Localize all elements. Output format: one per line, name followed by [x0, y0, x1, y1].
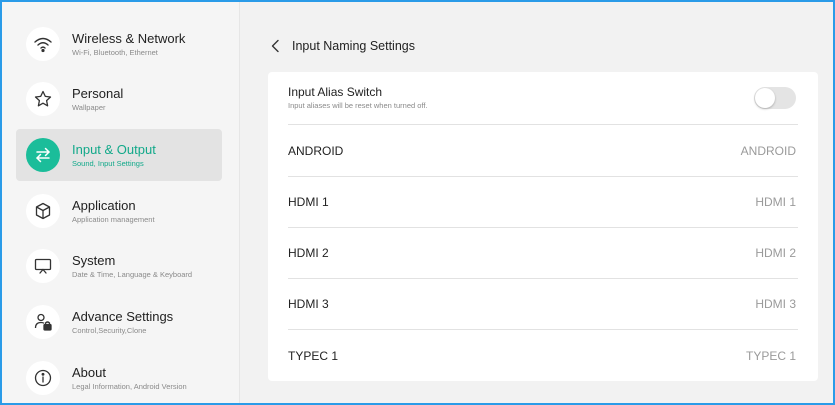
page-header[interactable]: Input Naming Settings: [270, 36, 415, 56]
input-row-hdmi1[interactable]: HDMI 1 HDMI 1: [288, 177, 798, 228]
input-naming-card: Input Alias Switch Input aliases will be…: [268, 72, 818, 381]
input-row-typec1[interactable]: TYPEC 1 TYPEC 1: [288, 330, 798, 381]
info-icon: [26, 361, 60, 395]
input-name: HDMI 3: [288, 297, 329, 311]
alias-switch-row[interactable]: Input Alias Switch Input aliases will be…: [288, 72, 798, 125]
sidebar-item-title: System: [72, 252, 116, 268]
sidebar: Wireless & Network Wi-Fi, Bluetooth, Eth…: [2, 2, 240, 403]
toggle-knob: [755, 88, 775, 108]
input-alias-value: ANDROID: [740, 143, 796, 158]
sidebar-item-subtitle: Application management: [72, 214, 155, 224]
sidebar-item-subtitle: Date & Time, Language & Keyboard: [72, 269, 193, 279]
input-row-hdmi3[interactable]: HDMI 3 HDMI 3: [288, 279, 798, 330]
page-title: Input Naming Settings: [292, 39, 415, 53]
sidebar-item-wireless-network[interactable]: Wireless & Network Wi-Fi, Bluetooth, Eth…: [16, 18, 222, 70]
monitor-icon: [26, 249, 60, 283]
input-name: ANDROID: [288, 143, 344, 158]
input-name: TYPEC 1: [288, 348, 339, 363]
user-lock-icon: [26, 305, 60, 339]
sidebar-item-input-output[interactable]: Input & Output Sound, Input Settings: [16, 129, 222, 181]
input-name: HDMI 2: [288, 246, 329, 260]
sidebar-item-subtitle: Wi-Fi, Bluetooth, Ethernet: [72, 47, 158, 57]
alias-switch-title: Input Alias Switch: [288, 84, 383, 99]
sidebar-item-title: Wireless & Network: [72, 30, 186, 46]
sidebar-item-subtitle: Legal Information, Android Version: [72, 381, 187, 391]
input-alias-value: HDMI 1: [755, 195, 796, 209]
swap-arrows-icon: [26, 138, 60, 172]
sidebar-item-subtitle: Wallpaper: [72, 102, 106, 112]
sidebar-item-advance-settings[interactable]: Advance Settings Control,Security,Clone: [16, 296, 222, 348]
alias-switch-subtitle: Input aliases will be reset when turned …: [288, 100, 428, 110]
sidebar-item-title: About: [72, 364, 106, 380]
cube-icon: [26, 194, 60, 228]
sidebar-item-title: Application: [72, 197, 136, 213]
sidebar-item-title: Input & Output: [72, 141, 156, 157]
sidebar-item-application[interactable]: Application Application management: [16, 185, 222, 237]
sidebar-item-personal[interactable]: Personal Wallpaper: [16, 73, 222, 125]
input-name: HDMI 1: [288, 195, 329, 209]
sidebar-item-about[interactable]: About Legal Information, Android Version: [16, 352, 222, 403]
sidebar-item-title: Personal: [72, 85, 124, 101]
wifi-icon: [26, 27, 60, 61]
alias-switch-toggle[interactable]: [754, 87, 796, 109]
star-icon: [26, 82, 60, 116]
input-alias-value: HDMI 2: [755, 246, 796, 260]
chevron-left-icon[interactable]: [270, 38, 284, 54]
sidebar-item-subtitle: Control,Security,Clone: [72, 325, 147, 335]
input-row-hdmi2[interactable]: HDMI 2 HDMI 2: [288, 228, 798, 279]
input-row-android[interactable]: ANDROID ANDROID: [288, 125, 798, 177]
sidebar-item-system[interactable]: System Date & Time, Language & Keyboard: [16, 240, 222, 292]
input-alias-value: TYPEC 1: [745, 348, 796, 363]
input-alias-value: HDMI 3: [755, 297, 796, 311]
settings-window: Wireless & Network Wi-Fi, Bluetooth, Eth…: [2, 2, 833, 403]
sidebar-item-title: Advance Settings: [72, 308, 174, 324]
sidebar-item-subtitle: Sound, Input Settings: [72, 158, 144, 168]
